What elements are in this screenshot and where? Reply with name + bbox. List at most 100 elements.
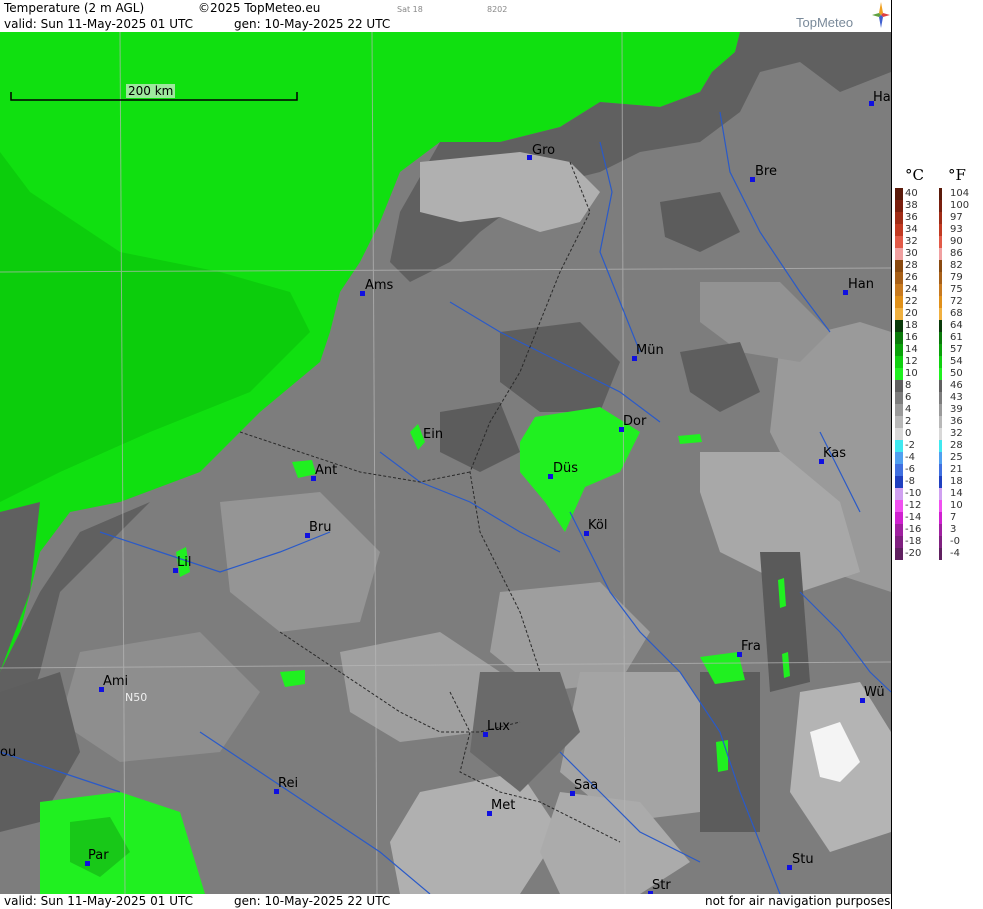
city-ha1: Ha — [869, 90, 891, 106]
legend-celsius-label: 4 — [905, 404, 912, 415]
legend-swatch — [939, 344, 942, 356]
legend-fahrenheit-label: 75 — [950, 284, 963, 295]
legend-swatch — [895, 368, 903, 380]
legend-swatch — [939, 488, 942, 500]
legend-swatch — [895, 392, 903, 404]
legend-celsius-label: 40 — [905, 188, 918, 199]
legend-row: 8 46 — [892, 380, 983, 392]
legend-celsius-label: -6 — [905, 464, 915, 475]
legend-swatch — [939, 260, 942, 272]
legend-fahrenheit-label: 64 — [950, 320, 963, 331]
legend-celsius-label: -20 — [905, 548, 922, 559]
city-dor: Dor — [619, 414, 646, 432]
legend-celsius-label: -12 — [905, 500, 922, 511]
city-bou: ou — [0, 745, 17, 760]
legend-row: -4 25 — [892, 452, 983, 464]
legend-celsius-label: 38 — [905, 200, 918, 211]
city-ams: Ams — [360, 278, 393, 296]
legend-celsius-label: 2 — [905, 416, 912, 427]
legend-fahrenheit-label: 32 — [950, 428, 963, 439]
legend-fahrenheit-label: 46 — [950, 380, 963, 391]
temperature-map[interactable]: 200 km N50 Ha Gro Bre Ams Han Mün Ein Do… — [0, 32, 891, 894]
legend-row: 18 64 — [892, 320, 983, 332]
legend-celsius-label: 18 — [905, 320, 918, 331]
legend-swatch — [895, 284, 903, 296]
legend-celsius-label: 10 — [905, 368, 918, 379]
legend-celsius-label: 16 — [905, 332, 918, 343]
legend-swatch — [939, 500, 942, 512]
compass-logo-icon — [872, 2, 890, 28]
legend-celsius-label: -8 — [905, 476, 915, 487]
city-stu: Stu — [787, 852, 814, 870]
legend-swatch — [939, 284, 942, 296]
legend-swatch — [895, 500, 903, 512]
footer-generated-time: gen: 10-May-2025 22 UTC — [234, 894, 391, 908]
legend-fahrenheit-label: 100 — [950, 200, 970, 211]
legend-swatch — [895, 488, 903, 500]
city-kas: Kas — [819, 446, 846, 464]
legend-celsius-label: 14 — [905, 344, 918, 355]
city-saa: Saa — [570, 778, 598, 796]
legend-fahrenheit-label: 18 — [950, 476, 963, 487]
legend-fahrenheit-label: 90 — [950, 236, 963, 247]
legend-swatch — [895, 272, 903, 284]
legend-row: 2 36 — [892, 416, 983, 428]
legend-fahrenheit-label: 28 — [950, 440, 963, 451]
legend-swatch — [895, 260, 903, 272]
legend-swatch — [895, 332, 903, 344]
legend-fahrenheit-label: 10 — [950, 500, 963, 511]
legend-celsius-label: -2 — [905, 440, 915, 451]
city-lil: Lil — [173, 555, 191, 573]
legend-swatch — [939, 536, 942, 548]
city-par: Par — [85, 848, 109, 866]
city-ant: Ant — [311, 463, 337, 481]
topmeteo-logo[interactable]: TopMeteo — [796, 2, 890, 32]
legend-row: 0 32 — [892, 428, 983, 440]
city-wur: Wü — [860, 685, 885, 703]
legend-row: -14 7 — [892, 512, 983, 524]
latitude-label: N50 — [125, 691, 148, 704]
legend-fahrenheit-label: 14 — [950, 488, 963, 499]
city-str: Str — [648, 878, 671, 894]
legend-celsius-label: 32 — [905, 236, 918, 247]
legend-row: -6 21 — [892, 464, 983, 476]
legend-fahrenheit-label: 97 — [950, 212, 963, 223]
legend-swatch — [895, 224, 903, 236]
legend-fahrenheit-label: 79 — [950, 272, 963, 283]
legend-row: 38 100 — [892, 200, 983, 212]
legend-row: 40 104 — [892, 188, 983, 200]
legend-celsius-label: 34 — [905, 224, 918, 235]
city-fra: Fra — [737, 639, 761, 657]
legend-swatch — [895, 320, 903, 332]
legend-swatch — [939, 452, 942, 464]
legend-celsius-label: 0 — [905, 428, 912, 439]
legend-swatch — [939, 308, 942, 320]
legend-celsius-label: 8 — [905, 380, 912, 391]
legend-row: 22 72 — [892, 296, 983, 308]
legend-fahrenheit-label: 43 — [950, 392, 963, 403]
legend-celsius-label: 28 — [905, 260, 918, 271]
legend-swatch — [895, 212, 903, 224]
validity-bar: valid: Sun 11-May-2025 01 UTC gen: 10-Ma… — [0, 16, 891, 32]
legend-row: -20 -4 — [892, 548, 983, 560]
city-lux: Lux — [483, 719, 510, 737]
legend-swatch — [939, 512, 942, 524]
legend-swatch — [939, 368, 942, 380]
legend-swatch — [895, 416, 903, 428]
legend-fahrenheit-label: 86 — [950, 248, 963, 259]
legend-row: 34 93 — [892, 224, 983, 236]
legend-row: 36 97 — [892, 212, 983, 224]
city-kol: Köl — [584, 518, 607, 536]
legend-fahrenheit-label: 7 — [950, 512, 957, 523]
legend-row: 6 43 — [892, 392, 983, 404]
legend-swatch — [895, 440, 903, 452]
legend-swatch — [939, 548, 942, 560]
legend-celsius-label: -14 — [905, 512, 922, 523]
valid-time: valid: Sun 11-May-2025 01 UTC — [4, 17, 193, 31]
logo-text: TopMeteo — [796, 15, 854, 30]
legend-row: 24 75 — [892, 284, 983, 296]
unit-fahrenheit: °F — [948, 166, 966, 184]
legend-row: -12 10 — [892, 500, 983, 512]
legend-row: 16 61 — [892, 332, 983, 344]
legend-swatch — [939, 200, 942, 212]
